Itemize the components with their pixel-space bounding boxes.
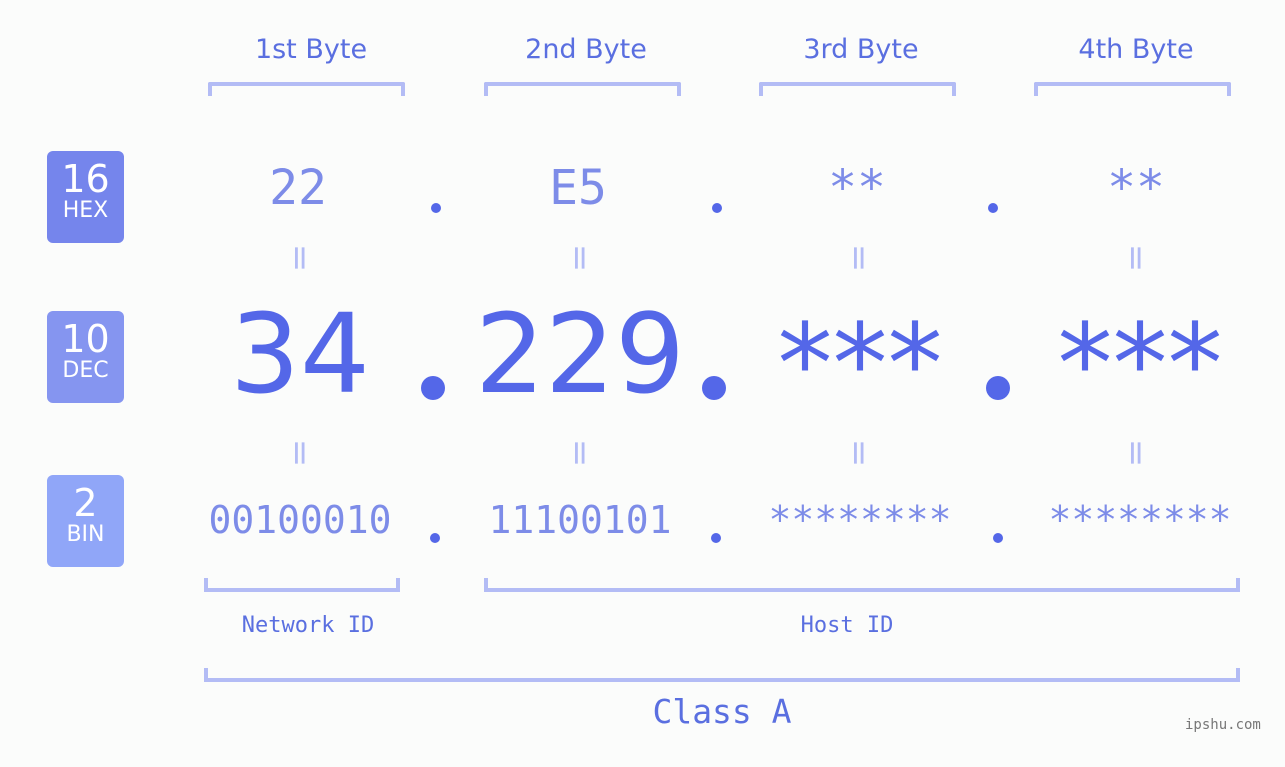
hex-value-4: **	[1107, 160, 1165, 216]
equals-sign: =	[1116, 243, 1156, 273]
dec-value-4: ***	[1057, 300, 1223, 428]
byte-bracket-2	[484, 82, 681, 96]
dec-badge-label: DEC	[62, 358, 109, 383]
byte-bracket-4	[1034, 82, 1231, 96]
watermark: ipshu.com	[1185, 717, 1261, 733]
bin-value-1: 00100010	[208, 498, 392, 542]
dec-value-2: 229	[475, 290, 685, 418]
hex-value-2: E5	[549, 160, 607, 216]
dec-separator-dot	[702, 376, 726, 400]
equals-sign: =	[839, 243, 879, 273]
host-id-label: Host ID	[800, 613, 894, 638]
bin-badge: 2 BIN	[47, 475, 124, 567]
hex-badge-label: HEX	[62, 198, 109, 223]
byte-label-2: 2nd Byte	[525, 34, 647, 65]
equals-sign: =	[1116, 438, 1156, 468]
equals-sign: =	[560, 243, 600, 273]
bin-badge-number: 2	[73, 481, 98, 525]
byte-bracket-3	[759, 82, 956, 96]
host-id-bracket	[484, 578, 1240, 592]
network-id-label: Network ID	[241, 613, 375, 638]
dec-separator-dot	[986, 376, 1010, 400]
byte-label-4: 4th Byte	[1078, 34, 1194, 65]
hex-separator-dot	[712, 203, 722, 213]
bin-value-2: 11100101	[488, 498, 672, 542]
bin-separator-dot	[430, 533, 440, 543]
hex-value-1: 22	[269, 160, 327, 216]
bin-value-4: ********	[1048, 498, 1232, 542]
class-label: Class A	[652, 692, 792, 731]
hex-separator-dot	[988, 203, 998, 213]
hex-separator-dot	[431, 203, 441, 213]
equals-sign: =	[560, 438, 600, 468]
bin-separator-dot	[711, 533, 721, 543]
byte-label-3: 3rd Byte	[803, 34, 919, 65]
equals-sign: =	[280, 438, 320, 468]
dec-badge-number: 10	[61, 317, 110, 361]
hex-badge-number: 16	[61, 157, 110, 201]
bin-value-3: ********	[768, 498, 952, 542]
dec-value-1: 34	[230, 290, 370, 418]
hex-value-3: **	[828, 160, 886, 216]
dec-badge: 10 DEC	[47, 311, 124, 403]
class-bracket	[204, 668, 1240, 682]
byte-bracket-1	[208, 82, 405, 96]
equals-sign: =	[839, 438, 879, 468]
bin-badge-label: BIN	[66, 522, 105, 547]
equals-sign: =	[280, 243, 320, 273]
network-id-bracket	[204, 578, 400, 592]
byte-label-1: 1st Byte	[254, 34, 368, 65]
dec-value-3: ***	[777, 300, 943, 428]
dec-separator-dot	[421, 376, 445, 400]
bin-separator-dot	[993, 533, 1003, 543]
hex-badge: 16 HEX	[47, 151, 124, 243]
